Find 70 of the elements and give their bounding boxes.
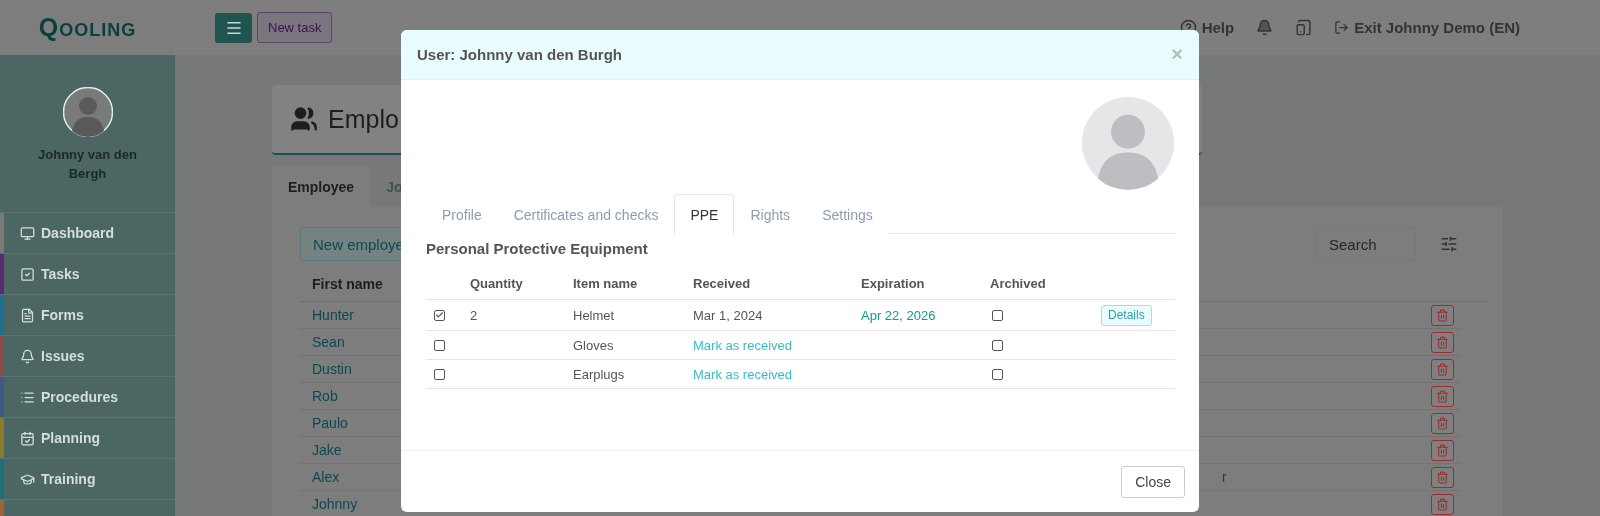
tab[interactable]: Employee	[272, 166, 371, 207]
nav-item[interactable]: Procedures	[0, 377, 175, 418]
user-name: Johnny van den Bergh	[37, 146, 138, 183]
close-button[interactable]: ×	[1171, 43, 1183, 66]
trash-icon	[1436, 308, 1449, 322]
users-icon	[290, 105, 318, 133]
table-cell-text: Gloves	[573, 337, 615, 353]
menu-button[interactable]	[215, 12, 252, 43]
nav-item[interactable]: Forms	[0, 295, 175, 336]
column-header: Expiration	[861, 275, 926, 291]
trash-icon	[1436, 416, 1449, 430]
table-cell-text: Earplugs	[573, 366, 626, 382]
delete-button[interactable]	[1431, 385, 1454, 407]
list-icon	[20, 389, 35, 405]
delete-button[interactable]	[1431, 493, 1454, 515]
column-header: Quantity	[470, 275, 524, 291]
column-header: Archived	[990, 275, 1047, 291]
new-task-button[interactable]: New task	[257, 12, 333, 43]
exit-link[interactable]: Exit Johnny Demo (EN)	[1334, 19, 1520, 36]
trash-icon	[1436, 497, 1449, 511]
checkbox-icon	[20, 266, 35, 282]
delete-button[interactable]	[1431, 331, 1454, 353]
user-avatar	[62, 87, 113, 137]
nav-item[interactable]: Dashboard	[0, 213, 175, 254]
table-cell-text: 2	[470, 307, 479, 323]
checkbox[interactable]	[434, 309, 445, 321]
details-button[interactable]: Details	[1101, 304, 1152, 326]
mark-received-link[interactable]: Mark as received	[693, 366, 861, 382]
table-cell-text: Apr 22, 2026	[861, 307, 937, 323]
checkbox[interactable]	[992, 309, 1003, 321]
close-button[interactable]: Close	[1121, 465, 1185, 498]
delete-button[interactable]	[1431, 304, 1454, 326]
trash-icon	[1436, 362, 1449, 376]
trash-icon	[1436, 470, 1449, 484]
table-cell-text: r	[1222, 469, 1228, 485]
bell-icon	[20, 348, 35, 364]
column-header: Received	[693, 275, 752, 291]
delete-button[interactable]	[1431, 412, 1454, 434]
nav-item[interactable]: Training	[0, 459, 175, 500]
nav-item[interactable]: Planning	[0, 418, 175, 459]
mark-received-link[interactable]: Mark as received	[693, 337, 861, 353]
monitor-icon	[20, 225, 35, 241]
checkbox[interactable]	[434, 339, 445, 351]
bell-icon[interactable]	[1256, 19, 1274, 36]
logout-icon	[1334, 20, 1350, 35]
delete-button[interactable]	[1431, 466, 1454, 488]
nav-item[interactable]: Issues	[0, 336, 175, 377]
graduation-cap-icon	[20, 471, 35, 487]
section-title: Personal Protective Equipment	[426, 240, 649, 257]
page-title: Emplo	[328, 104, 399, 134]
tablet-icon[interactable]	[1295, 19, 1313, 36]
tab[interactable]: PPE	[674, 194, 735, 234]
calendar-icon	[20, 430, 35, 446]
column-header: Item name	[573, 275, 639, 291]
checkbox[interactable]	[992, 368, 1003, 380]
trash-icon	[1436, 389, 1449, 403]
modal-title: User: Johnny van den Burgh	[417, 46, 623, 63]
delete-button[interactable]	[1431, 439, 1454, 461]
trash-icon	[1436, 335, 1449, 349]
column-header: First name	[312, 276, 383, 292]
delete-button[interactable]	[1431, 358, 1454, 380]
checkbox[interactable]	[992, 339, 1003, 351]
filter-icon[interactable]	[1440, 235, 1458, 253]
table-cell-text: Mar 1, 2024	[693, 307, 764, 323]
document-icon	[20, 307, 35, 323]
nav-item[interactable]: Tasks	[0, 254, 175, 295]
checkbox[interactable]	[434, 368, 445, 380]
search-field[interactable]: Search	[1316, 228, 1416, 260]
table-cell-text: Helmet	[573, 307, 616, 323]
trash-icon	[1436, 443, 1449, 457]
